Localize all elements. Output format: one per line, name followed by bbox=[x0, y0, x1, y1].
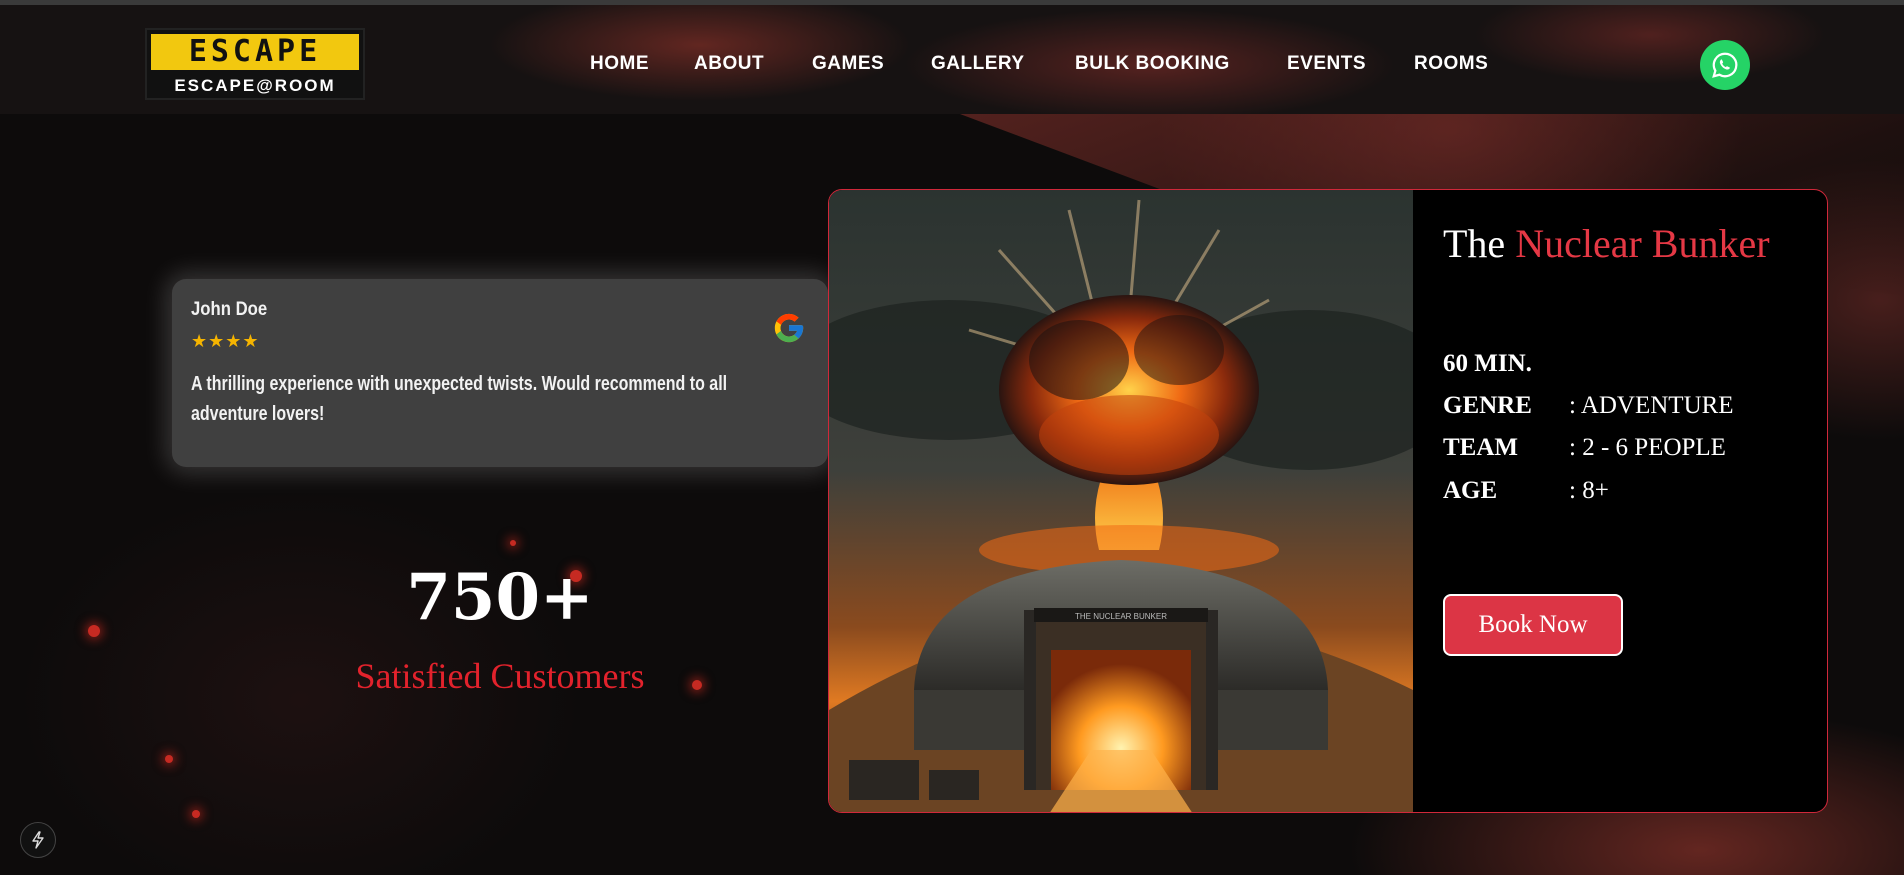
nav-events[interactable]: EVENTS bbox=[1287, 53, 1366, 75]
nuclear-bunker-image: THE NUCLEAR BUNKER bbox=[829, 190, 1413, 812]
background-dot bbox=[192, 810, 200, 818]
nav-bulk-booking[interactable]: BULK BOOKING bbox=[1075, 53, 1230, 75]
nav-games[interactable]: GAMES bbox=[812, 53, 884, 75]
reviewer-name: John Doe bbox=[191, 299, 268, 320]
background-dot bbox=[165, 755, 173, 763]
spec-team-label: TEAM bbox=[1443, 434, 1518, 461]
room-duration: 60 MIN. bbox=[1443, 350, 1532, 377]
background-dot bbox=[510, 540, 516, 546]
lightning-button[interactable] bbox=[20, 822, 56, 858]
logo-wordmark: ESCAPE bbox=[151, 34, 359, 70]
review-text: A thrilling experience with unexpected t… bbox=[191, 373, 728, 425]
room-details: The Nuclear Bunker 60 MIN. GENRE : ADVEN… bbox=[1413, 190, 1827, 812]
spec-age-value: : 8+ bbox=[1569, 477, 1609, 504]
review-card: John Doe ★★★★ A thrilling experience wit… bbox=[172, 279, 828, 467]
bunker-sign: THE NUCLEAR BUNKER bbox=[1075, 612, 1167, 621]
review-stars: ★★★★ bbox=[191, 331, 260, 351]
spec-team-value: : 2 - 6 PEOPLE bbox=[1569, 434, 1726, 461]
nav-home[interactable]: HOME bbox=[590, 53, 649, 75]
room-card: THE NUCLEAR BUNKER The Nuclear Bunker 60… bbox=[828, 189, 1828, 813]
lightning-icon bbox=[32, 831, 44, 849]
nav-rooms[interactable]: ROOMS bbox=[1414, 53, 1488, 75]
spec-age-label: AGE bbox=[1443, 477, 1498, 504]
google-icon bbox=[774, 313, 804, 343]
escape-room-logo[interactable]: ESCAPE ESCAPE@ROOM bbox=[145, 28, 365, 100]
background-dot bbox=[88, 625, 100, 637]
whatsapp-icon bbox=[1712, 52, 1738, 78]
book-now-button[interactable]: Book Now bbox=[1443, 594, 1623, 656]
room-title-prefix: The bbox=[1443, 221, 1506, 266]
site-header: ESCAPE ESCAPE@ROOM HOME ABOUT GAMES GALL… bbox=[0, 5, 1904, 114]
spec-genre-label: GENRE bbox=[1443, 392, 1532, 419]
spec-genre-value: : ADVENTURE bbox=[1569, 392, 1734, 419]
room-title-name: Nuclear Bunker bbox=[1515, 221, 1770, 266]
customer-count: 750+ bbox=[406, 560, 594, 635]
nav-gallery[interactable]: GALLERY bbox=[931, 53, 1025, 75]
logo-subtitle: ESCAPE@ROOM bbox=[174, 76, 336, 95]
customer-count-label: Satisfied Customers bbox=[355, 656, 645, 696]
nav-about[interactable]: ABOUT bbox=[694, 53, 764, 75]
room-title: The Nuclear Bunker bbox=[1443, 220, 1770, 267]
whatsapp-button[interactable] bbox=[1700, 40, 1750, 90]
